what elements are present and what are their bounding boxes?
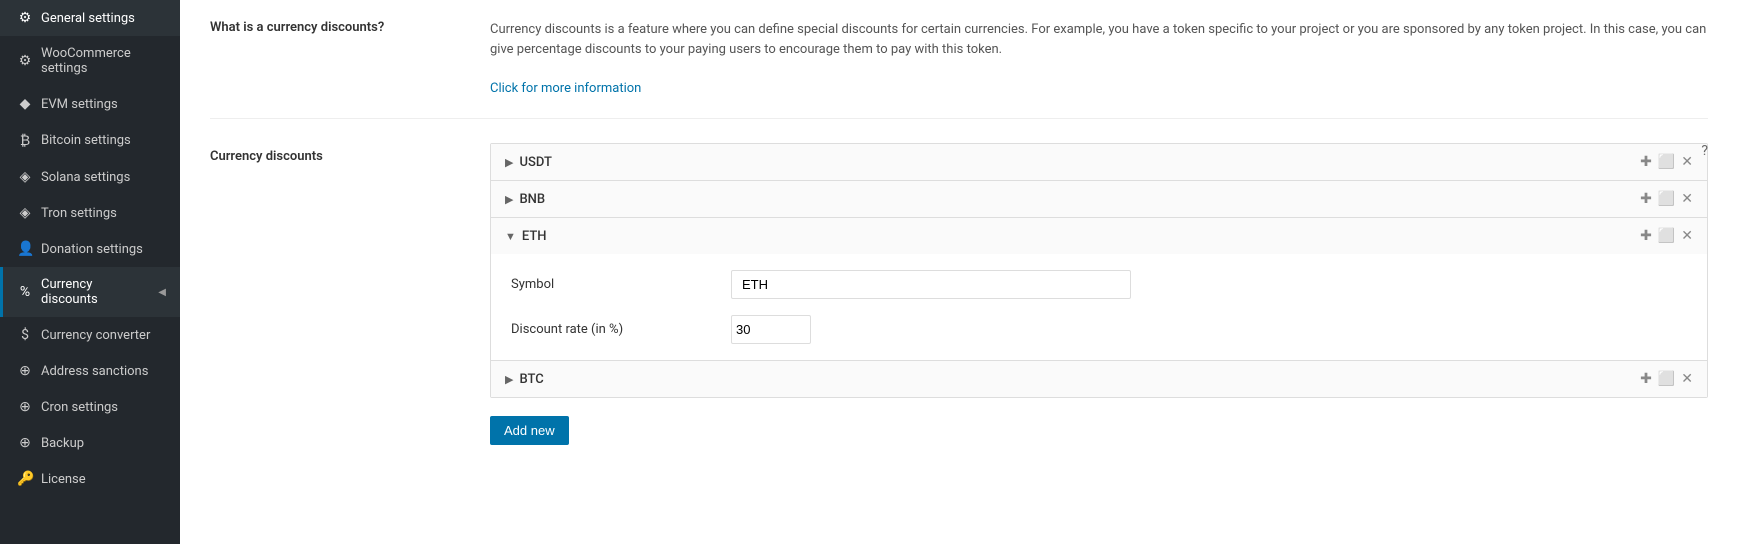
accordion-left-eth: ▼ ETH <box>505 229 547 244</box>
accordion-title-bnb: BNB <box>519 192 545 207</box>
field-discount-rate-input[interactable] <box>731 315 811 344</box>
sidebar-icon-evm-settings: ◆ <box>17 96 33 112</box>
sidebar-label-evm-settings: EVM settings <box>41 97 166 112</box>
sidebar-item-donation-settings[interactable]: 👤 Donation settings <box>0 231 180 267</box>
sidebar-icon-general-settings: ⚙ <box>17 10 33 26</box>
accordion-toggle-usdt: ▶ <box>505 156 513 169</box>
sidebar-item-address-sanctions[interactable]: ⊕ Address sanctions <box>0 353 180 389</box>
sidebar-icon-backup: ⊕ <box>17 435 33 451</box>
section-content: ? ▶ USDT ✚ ⬜ ✕ ▶ BNB ✚ ⬜ ✕ <box>490 143 1708 445</box>
accordion-copy-bnb[interactable]: ⬜ <box>1658 191 1675 207</box>
accordion-left-usdt: ▶ USDT <box>505 155 552 170</box>
field-symbol-input[interactable] <box>731 270 1131 299</box>
sidebar-icon-address-sanctions: ⊕ <box>17 363 33 379</box>
field-label-symbol: Symbol <box>511 277 711 292</box>
accordion-title-usdt: USDT <box>519 155 551 170</box>
sidebar-icon-donation-settings: 👤 <box>17 241 33 257</box>
currency-discounts-section: Currency discounts ? ▶ USDT ✚ ⬜ ✕ ▶ BNB … <box>210 143 1708 445</box>
accordion-copy-usdt[interactable]: ⬜ <box>1658 154 1675 170</box>
sidebar-label-general-settings: General settings <box>41 11 166 26</box>
sidebar-item-general-settings[interactable]: ⚙ General settings <box>0 0 180 36</box>
field-row-symbol: Symbol <box>511 270 1687 299</box>
accordion-remove-bnb[interactable]: ✕ <box>1681 191 1693 207</box>
question-description: Currency discounts is a feature where yo… <box>490 20 1708 59</box>
sidebar-item-evm-settings[interactable]: ◆ EVM settings <box>0 86 180 122</box>
sidebar-label-address-sanctions: Address sanctions <box>41 364 166 379</box>
accordion-add-bnb[interactable]: ✚ <box>1640 191 1652 207</box>
accordion-body-eth: Symbol Discount rate (in %) <box>491 254 1707 360</box>
sidebar-label-tron-settings: Tron settings <box>41 206 166 221</box>
sidebar-item-backup[interactable]: ⊕ Backup <box>0 425 180 461</box>
sidebar-item-solana-settings[interactable]: ◈ Solana settings <box>0 159 180 195</box>
accordion-toggle-btc: ▶ <box>505 373 513 386</box>
field-row-discount-rate: Discount rate (in %) <box>511 315 1687 344</box>
accordion-left-bnb: ▶ BNB <box>505 192 545 207</box>
accordion-header-usdt[interactable]: ▶ USDT ✚ ⬜ ✕ <box>491 144 1707 180</box>
accordion-actions-btc: ✚ ⬜ ✕ <box>1640 371 1693 387</box>
accordion-toggle-eth: ▼ <box>505 230 516 243</box>
accordion-remove-eth[interactable]: ✕ <box>1681 228 1693 244</box>
accordion-copy-btc[interactable]: ⬜ <box>1658 371 1675 387</box>
sidebar-label-backup: Backup <box>41 436 166 451</box>
sidebar-icon-solana-settings: ◈ <box>17 169 33 185</box>
accordion-header-bnb[interactable]: ▶ BNB ✚ ⬜ ✕ <box>491 181 1707 217</box>
accordion-item-bnb: ▶ BNB ✚ ⬜ ✕ <box>491 181 1707 218</box>
sidebar-icon-cron-settings: ⊕ <box>17 399 33 415</box>
accordion-title-eth: ETH <box>522 229 547 244</box>
accordion-add-eth[interactable]: ✚ <box>1640 228 1652 244</box>
field-label-discount-rate: Discount rate (in %) <box>511 322 711 337</box>
accordion-actions-bnb: ✚ ⬜ ✕ <box>1640 191 1693 207</box>
sidebar-label-currency-discounts: Currency discounts <box>41 277 150 307</box>
sidebar-label-license: License <box>41 472 166 487</box>
section-label: Currency discounts <box>210 143 470 445</box>
accordion-actions-usdt: ✚ ⬜ ✕ <box>1640 154 1693 170</box>
accordion-item-usdt: ▶ USDT ✚ ⬜ ✕ <box>491 144 1707 181</box>
sidebar-icon-license: 🔑 <box>17 471 33 487</box>
sidebar-icon-bitcoin-settings: ₿ <box>17 132 33 149</box>
accordion-item-eth: ▼ ETH ✚ ⬜ ✕ Symbol Discount rate (in %) <box>491 218 1707 361</box>
sidebar-item-license[interactable]: 🔑 License <box>0 461 180 497</box>
question-label: What is a currency discounts? <box>210 20 470 98</box>
sidebar-collapse-arrow[interactable]: ◀ <box>158 287 166 298</box>
click-more-info-link[interactable]: Click for more information <box>490 81 641 96</box>
sidebar-label-cron-settings: Cron settings <box>41 400 166 415</box>
sidebar-label-donation-settings: Donation settings <box>41 242 166 257</box>
accordion-left-btc: ▶ BTC <box>505 372 544 387</box>
question-section: What is a currency discounts? Currency d… <box>210 20 1708 119</box>
accordion-header-btc[interactable]: ▶ BTC ✚ ⬜ ✕ <box>491 361 1707 397</box>
sidebar-icon-currency-converter: $ <box>17 327 33 343</box>
sidebar-label-bitcoin-settings: Bitcoin settings <box>41 133 166 148</box>
sidebar-label-solana-settings: Solana settings <box>41 170 166 185</box>
sidebar-icon-tron-settings: ◈ <box>17 205 33 221</box>
accordion-add-btc[interactable]: ✚ <box>1640 371 1652 387</box>
accordion-remove-btc[interactable]: ✕ <box>1681 371 1693 387</box>
add-new-button[interactable]: Add new <box>490 416 569 445</box>
sidebar-item-cron-settings[interactable]: ⊕ Cron settings <box>0 389 180 425</box>
sidebar: ⚙ General settings ⚙ WooCommerce setting… <box>0 0 180 544</box>
accordion-header-eth[interactable]: ▼ ETH ✚ ⬜ ✕ <box>491 218 1707 254</box>
sidebar-label-woocommerce-settings: WooCommerce settings <box>41 46 166 76</box>
accordion-item-btc: ▶ BTC ✚ ⬜ ✕ <box>491 361 1707 397</box>
sidebar-item-tron-settings[interactable]: ◈ Tron settings <box>0 195 180 231</box>
field-input-container-discount-rate <box>731 315 1687 344</box>
sidebar-icon-currency-discounts: % <box>17 284 33 300</box>
accordion-toggle-bnb: ▶ <box>505 193 513 206</box>
accordion-list: ▶ USDT ✚ ⬜ ✕ ▶ BNB ✚ ⬜ ✕ ▼ ETH <box>490 143 1708 398</box>
main-content: What is a currency discounts? Currency d… <box>180 0 1738 544</box>
question-content: Currency discounts is a feature where yo… <box>490 20 1708 98</box>
sidebar-item-currency-converter[interactable]: $ Currency converter <box>0 317 180 353</box>
sidebar-item-woocommerce-settings[interactable]: ⚙ WooCommerce settings <box>0 36 180 86</box>
sidebar-item-currency-discounts[interactable]: % Currency discounts ◀ <box>0 267 180 317</box>
accordion-actions-eth: ✚ ⬜ ✕ <box>1640 228 1693 244</box>
accordion-remove-usdt[interactable]: ✕ <box>1681 154 1693 170</box>
help-icon[interactable]: ? <box>1701 143 1708 159</box>
field-input-container-symbol <box>731 270 1687 299</box>
accordion-add-usdt[interactable]: ✚ <box>1640 154 1652 170</box>
accordion-title-btc: BTC <box>519 372 543 387</box>
sidebar-icon-woocommerce-settings: ⚙ <box>17 53 33 69</box>
sidebar-label-currency-converter: Currency converter <box>41 328 166 343</box>
sidebar-item-bitcoin-settings[interactable]: ₿ Bitcoin settings <box>0 122 180 159</box>
accordion-copy-eth[interactable]: ⬜ <box>1658 228 1675 244</box>
